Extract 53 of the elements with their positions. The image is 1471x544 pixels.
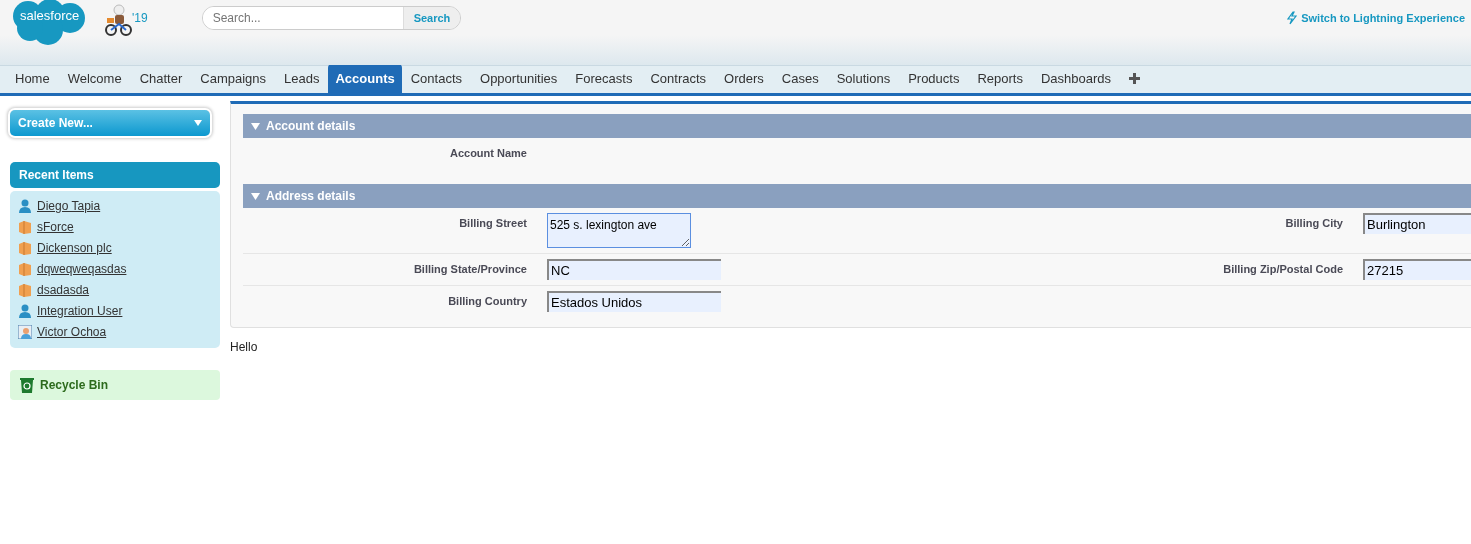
collapse-arrow-icon [251, 192, 260, 200]
recent-item-link[interactable]: dqweqweqasdas [37, 259, 127, 278]
lightning-icon [1287, 11, 1298, 26]
recycle-bin-link[interactable]: Recycle Bin [40, 376, 109, 394]
nav-tab[interactable]: Opportunities [471, 63, 567, 93]
folder-icon [18, 219, 32, 234]
input-field[interactable]: Burlington [1363, 213, 1471, 234]
nav-tab[interactable]: Home [6, 63, 59, 93]
field-label: Billing Street [458, 216, 528, 231]
field-label: Account Name [448, 146, 528, 161]
recent-item-link[interactable]: sForce [37, 217, 74, 236]
nav-tab[interactable]: Products [899, 63, 969, 93]
nav-tab[interactable]: Contracts [641, 63, 716, 93]
recent-item-link[interactable]: Integration User [37, 301, 123, 320]
nav-tab[interactable]: Accounts [328, 63, 402, 93]
logo-text: salesforce [20, 7, 80, 25]
body-text: Hello [230, 339, 259, 356]
recent-item-link[interactable]: Dickenson plc [37, 238, 112, 257]
input-field[interactable]: 27215 [1363, 259, 1471, 280]
recent-items-header: Recent Items [10, 162, 220, 188]
nav-tab[interactable]: Forecasts [566, 63, 642, 93]
person-icon [18, 198, 32, 213]
trash-icon [20, 377, 34, 393]
input-field[interactable]: NC [547, 259, 721, 280]
field-label: Billing City [1284, 216, 1344, 231]
nav-tab[interactable]: Cases [772, 63, 828, 93]
contact-photo-icon [18, 324, 32, 339]
input-field[interactable]: Estados Unidos [547, 291, 721, 312]
nav-tab[interactable]: Campaigns [191, 63, 276, 93]
cyclist-icon [104, 4, 132, 36]
nav-tab[interactable]: Welcome [58, 63, 131, 93]
folder-icon [18, 240, 32, 255]
nav-tab[interactable]: Contacts [401, 63, 471, 93]
field-label: Billing Country [447, 294, 528, 309]
person-icon [18, 303, 32, 318]
collapse-arrow-icon [251, 122, 260, 130]
field-label: Billing State/Province [412, 262, 528, 277]
nav-tab[interactable]: Leads [275, 63, 329, 93]
nav-tab[interactable]: Chatter [130, 63, 192, 93]
folder-icon [18, 261, 32, 276]
add-tab-icon[interactable] [1129, 73, 1141, 84]
nav-tab[interactable]: Orders [715, 63, 773, 93]
recent-item-link[interactable]: dsadasda [37, 280, 90, 299]
nav-tab[interactable]: Solutions [827, 63, 900, 93]
folder-icon [18, 282, 32, 297]
recent-item-link[interactable]: Victor Ochoa [37, 322, 107, 341]
text-area[interactable]: 525 s. lexington ave [547, 213, 691, 248]
release-text: '19 [132, 10, 148, 27]
caret-icon [194, 120, 202, 126]
recent-item-link[interactable]: Diego Tapia [37, 196, 101, 215]
field-label: Billing Zip/Postal Code [1222, 262, 1344, 277]
nav-tab[interactable]: Reports [968, 63, 1032, 93]
nav-tab[interactable]: Dashboards [1032, 63, 1121, 93]
